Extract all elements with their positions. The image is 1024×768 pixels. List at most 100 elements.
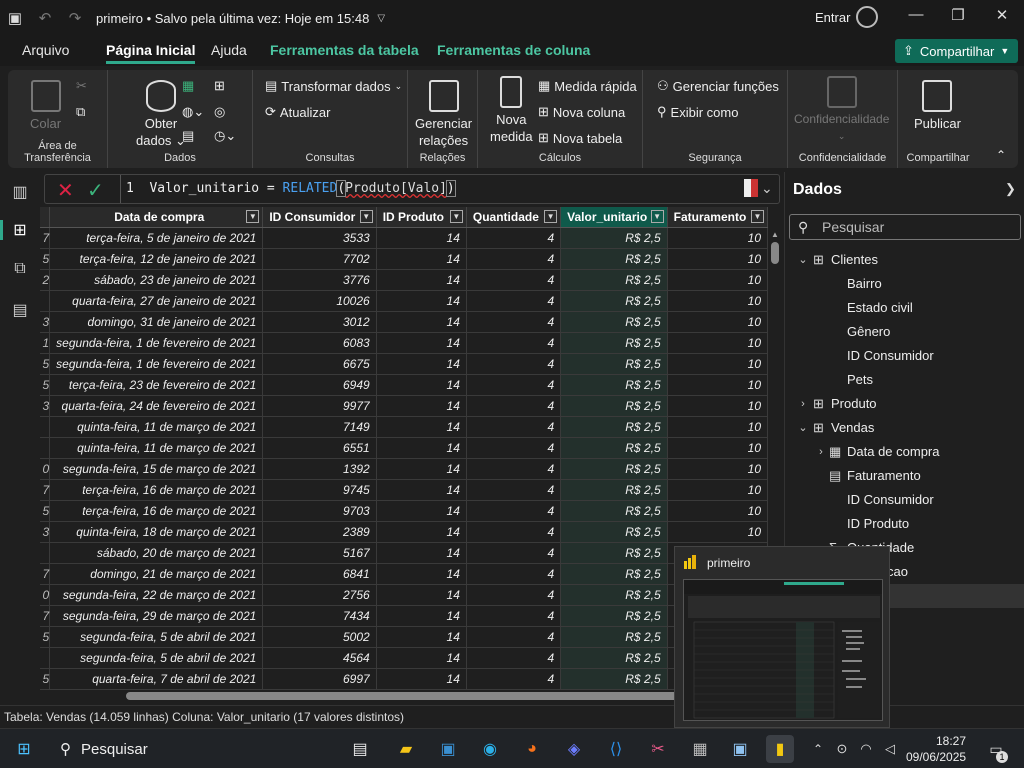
table-cell[interactable]: 14	[376, 437, 467, 459]
table-cell[interactable]: 3012	[262, 311, 377, 333]
table-cell[interactable]: 14	[376, 269, 467, 291]
row-stub-cell[interactable]: 7	[40, 563, 51, 585]
tree-field-node[interactable]: Bairro	[785, 272, 1024, 296]
formula-text[interactable]: 1 Valor_unitario = RELATED(Produto[Valo]…	[126, 180, 456, 197]
table-cell[interactable]: terça-feira, 16 de março de 2021	[49, 500, 264, 522]
table-cell[interactable]: 14	[376, 416, 467, 438]
table-cell[interactable]: 4	[466, 416, 562, 438]
row-stub-cell[interactable]: 7	[40, 605, 51, 627]
table-cell[interactable]: R$ 2,5	[560, 269, 668, 291]
close-icon[interactable]: ✕	[988, 6, 1016, 24]
scroll-thumb[interactable]	[126, 692, 686, 700]
table-cell[interactable]: R$ 2,5	[560, 227, 668, 249]
signin-button[interactable]: Entrar	[815, 10, 850, 25]
table-cell[interactable]: R$ 2,5	[560, 332, 668, 354]
table-cell[interactable]: 6949	[262, 374, 377, 396]
task-view-icon[interactable]: ▤	[346, 735, 374, 763]
table-cell[interactable]: 7702	[262, 248, 377, 270]
table-cell[interactable]: 10	[667, 248, 768, 270]
table-cell[interactable]: terça-feira, 23 de fevereiro de 2021	[49, 374, 264, 396]
dataverse-icon[interactable]: ◎	[214, 104, 225, 120]
start-icon[interactable]: ⊞	[10, 735, 38, 763]
table-cell[interactable]: R$ 2,5	[560, 416, 668, 438]
table-cell[interactable]: R$ 2,5	[560, 290, 668, 312]
m365-icon[interactable]: ◈	[560, 735, 588, 763]
table-cell[interactable]: terça-feira, 16 de março de 2021	[49, 479, 264, 501]
table-cell[interactable]: 9977	[262, 395, 377, 417]
table-cell[interactable]: R$ 2,5	[560, 542, 668, 564]
table-row[interactable]: 3 quarta-feira, 24 de fevereiro de 2021 99…	[40, 395, 768, 417]
table-cell[interactable]: 4	[466, 437, 562, 459]
chevron-down-icon[interactable]: ⌄	[797, 416, 809, 440]
table-cell[interactable]: segunda-feira, 5 de abril de 2021	[49, 647, 264, 669]
new-measure-button[interactable]: Nova medida	[490, 76, 533, 144]
table-cell[interactable]: segunda-feira, 5 de abril de 2021	[49, 626, 264, 648]
minimize-icon[interactable]: —	[902, 6, 930, 23]
table-row[interactable]: segunda-feira, 5 de abril de 2021 4564 14 4…	[40, 647, 768, 669]
tree-table-node[interactable]: ⌄ ⊞ Clientes	[785, 248, 1024, 272]
row-stub-cell[interactable]: 0	[40, 458, 51, 480]
row-stub-cell[interactable]	[40, 290, 51, 312]
table-cell[interactable]: 2756	[262, 584, 377, 606]
table-cell[interactable]: quinta-feira, 18 de março de 2021	[49, 521, 264, 543]
excel-icon[interactable]: ▦	[182, 78, 194, 94]
share-button[interactable]: ⇪ Compartilhar ▼	[895, 39, 1018, 63]
table-row[interactable]: 2 sábado, 23 de janeiro de 2021 3776 14 4 R$ …	[40, 269, 768, 291]
table-cell[interactable]: 4	[466, 227, 562, 249]
row-stub-cell[interactable]: 7	[40, 227, 51, 249]
table-cell[interactable]: 10	[667, 332, 768, 354]
table-row[interactable]: 1 segunda-feira, 1 de fevereiro de 2021 60…	[40, 332, 768, 354]
table-cell[interactable]: 4	[466, 605, 562, 627]
table-cell[interactable]: domingo, 21 de março de 2021	[49, 563, 264, 585]
restore-icon[interactable]: ❐	[944, 6, 972, 24]
table-cell[interactable]: 4564	[262, 647, 377, 669]
table-cell[interactable]: 14	[376, 395, 467, 417]
tree-field-node[interactable]: ID Produto	[785, 512, 1024, 536]
tree-field-node[interactable]: › ▦ Data de compra	[785, 440, 1024, 464]
table-row[interactable]: quinta-feira, 11 de março de 2021 7149 14 4…	[40, 416, 768, 438]
table-cell[interactable]: R$ 2,5	[560, 647, 668, 669]
edge-icon[interactable]: ◉	[476, 735, 504, 763]
table-cell[interactable]: 4	[466, 311, 562, 333]
table-cell[interactable]: 14	[376, 458, 467, 480]
table-cell[interactable]: segunda-feira, 29 de março de 2021	[49, 605, 264, 627]
table-cell[interactable]: 10	[667, 500, 768, 522]
table-cell[interactable]: 14	[376, 605, 467, 627]
table-cell[interactable]: 4	[466, 374, 562, 396]
table-cell[interactable]: 3533	[262, 227, 377, 249]
get-data-button[interactable]: Obter dados ⌄	[136, 80, 186, 148]
table-cell[interactable]: 3776	[262, 269, 377, 291]
table-cell[interactable]: 10	[667, 479, 768, 501]
table-cell[interactable]: 4	[466, 542, 562, 564]
table-cell[interactable]: quinta-feira, 11 de março de 2021	[49, 416, 264, 438]
row-stub-cell[interactable]: 5	[40, 500, 51, 522]
expand-formula-icon[interactable]: ⌄	[761, 180, 773, 197]
table-cell[interactable]: 7149	[262, 416, 377, 438]
table-cell[interactable]: 14	[376, 521, 467, 543]
chevron-down-icon[interactable]: ⌄	[797, 248, 809, 272]
table-cell[interactable]: 1392	[262, 458, 377, 480]
vscode-icon[interactable]: ⟨⟩	[602, 735, 630, 763]
table-cell[interactable]: R$ 2,5	[560, 248, 668, 270]
column-header[interactable]: Data de compra ▼	[49, 207, 264, 228]
new-column-button[interactable]: ⊞ Nova coluna	[538, 104, 625, 120]
table-cell[interactable]: 7434	[262, 605, 377, 627]
row-stub-cell[interactable]: 5	[40, 248, 51, 270]
table-cell[interactable]: 10	[667, 437, 768, 459]
table-cell[interactable]: 4	[466, 584, 562, 606]
taskbar-search[interactable]: ⚲ Pesquisar	[50, 733, 335, 765]
row-stub-cell[interactable]	[40, 542, 51, 564]
undo-icon[interactable]: ↶	[30, 0, 60, 36]
row-stub-cell[interactable]: 5	[40, 353, 51, 375]
table-cell[interactable]: R$ 2,5	[560, 563, 668, 585]
sql-icon[interactable]: ◍⌄	[182, 104, 204, 120]
table-cell[interactable]: 14	[376, 374, 467, 396]
table-cell[interactable]: R$ 2,5	[560, 437, 668, 459]
chevron-right-icon[interactable]: ›	[815, 440, 827, 464]
row-stub-cell[interactable]: 1	[40, 332, 51, 354]
table-cell[interactable]: R$ 2,5	[560, 521, 668, 543]
table-row[interactable]: 0 segunda-feira, 22 de março de 2021 2756 1…	[40, 584, 768, 606]
scroll-thumb[interactable]	[771, 242, 779, 264]
formula-bar[interactable]: ✕ ✓ 1 Valor_unitario = RELATED(Produto[V…	[44, 174, 780, 204]
tab-ajuda[interactable]: Ajuda	[211, 42, 247, 58]
